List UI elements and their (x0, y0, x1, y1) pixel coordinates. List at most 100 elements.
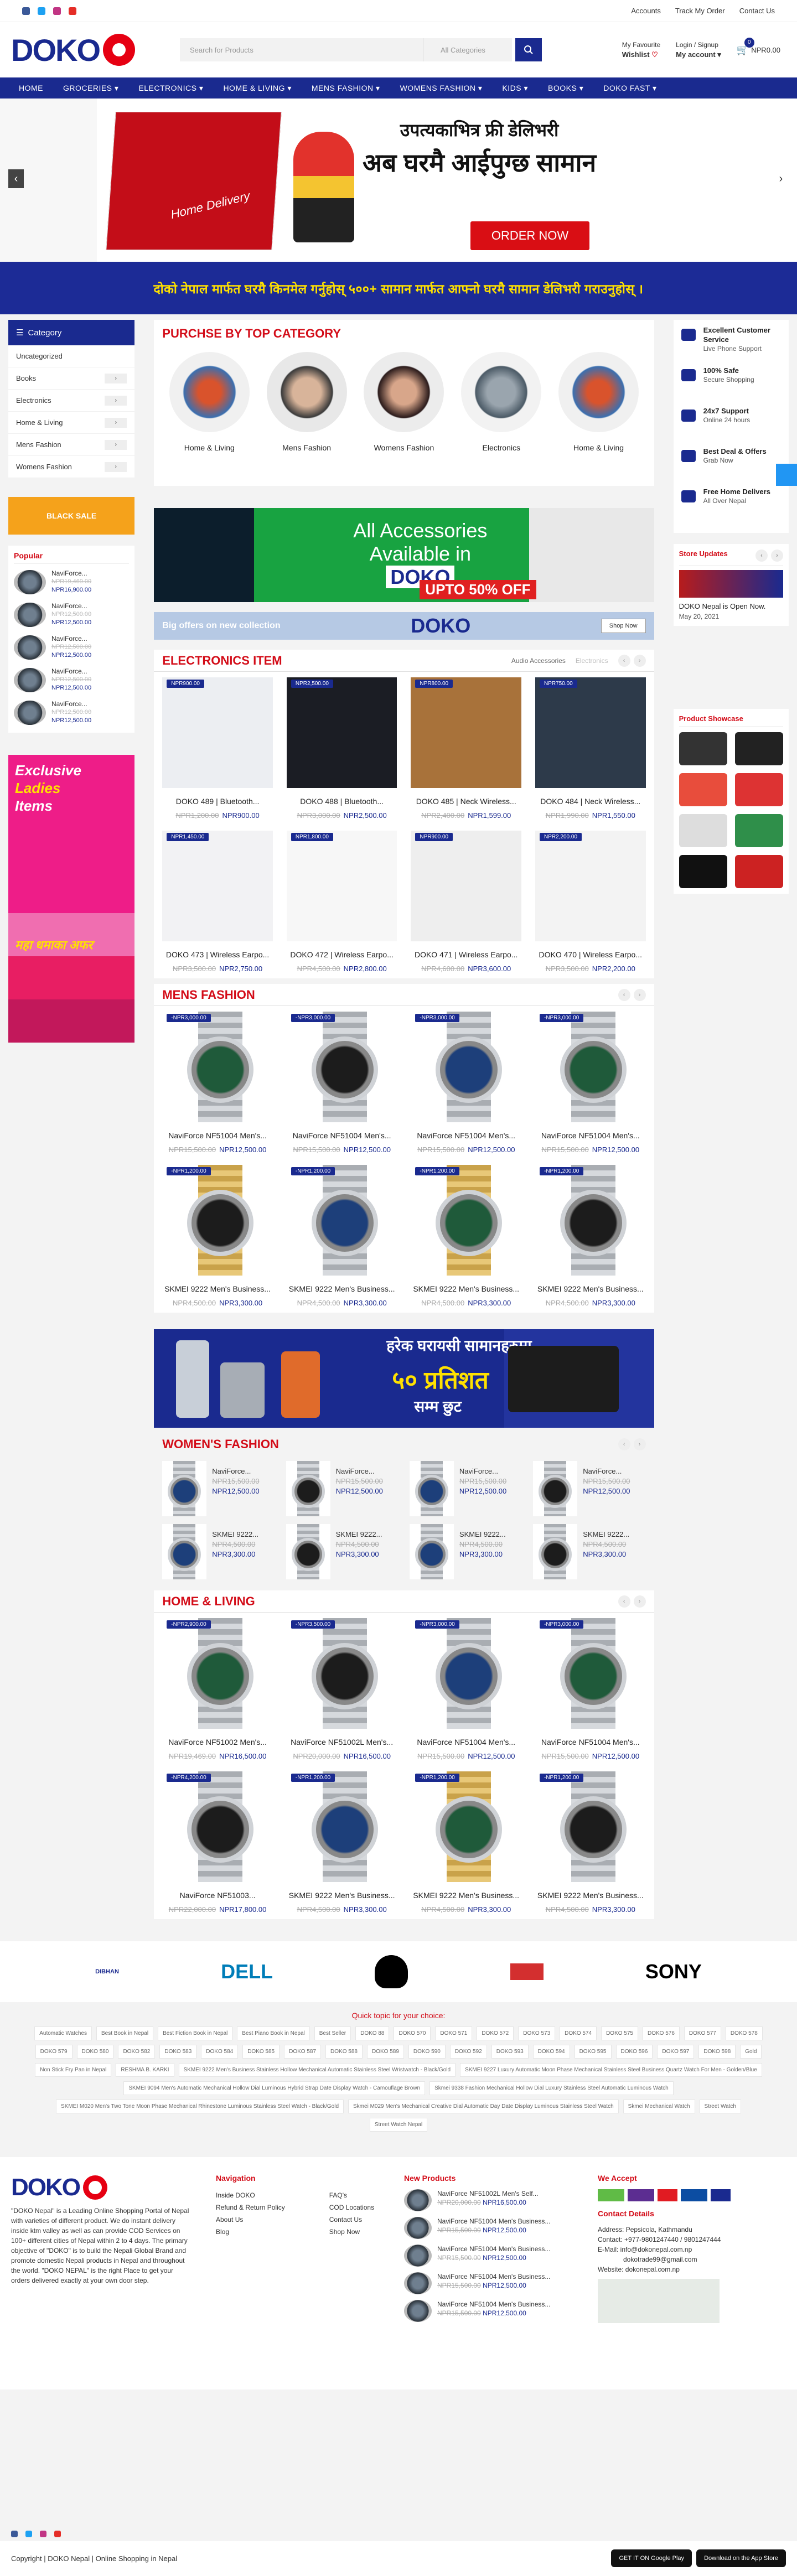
brand-sony-logo[interactable]: SONY (645, 1960, 702, 1983)
search-button[interactable] (515, 38, 542, 61)
topic-tag[interactable]: SKMEI 9227 Luxury Automatic Moon Phase M… (460, 2063, 762, 2077)
tab-electronics[interactable]: Electronics (576, 657, 608, 665)
chevron-right-icon[interactable]: › (633, 1438, 646, 1450)
topic-tag[interactable]: SKMEI M020 Men's Two Tone Moon Phase Mec… (56, 2100, 344, 2113)
brand-apple-logo[interactable] (375, 1955, 408, 1988)
product-name[interactable]: NaviForce NF51004 Men's Business... (437, 2300, 550, 2309)
popular-item[interactable]: NaviForce... NPR12,500.00 NPR12,500.00 (14, 633, 129, 662)
product-name[interactable]: NaviForce... (51, 602, 91, 610)
topic-tag[interactable]: DOKO 575 (601, 2026, 638, 2040)
showcase-product[interactable] (734, 855, 783, 888)
topic-tag[interactable]: Best Fiction Book in Nepal (158, 2026, 233, 2040)
new-product-item[interactable]: NaviForce NF51002L Men's Self... NPR20,00… (404, 2189, 592, 2211)
product-image[interactable] (533, 1524, 578, 1579)
product-name[interactable]: SKMEI 9222... (583, 1530, 629, 1540)
chevron-right-icon[interactable]: › (633, 988, 646, 1001)
product-image[interactable]: -NPR4,200.00 (162, 1771, 273, 1882)
product-name[interactable]: DOKO 484 | Neck Wireless... (535, 797, 646, 806)
topic-tag[interactable]: Skmei Mechanical Watch (623, 2100, 695, 2113)
product-name[interactable]: SKMEI 9222... (212, 1530, 258, 1540)
product-name[interactable]: SKMEI 9222 Men's Business... (287, 1284, 397, 1293)
facebook-icon[interactable] (22, 7, 30, 15)
product-name[interactable]: DOKO 473 | Wireless Earpo... (162, 950, 273, 959)
topic-tag[interactable]: DOKO 88 (355, 2026, 390, 2040)
topic-tag[interactable]: DOKO 583 (159, 2045, 197, 2059)
product-name[interactable]: DOKO 470 | Wireless Earpo... (535, 950, 646, 959)
slider-next-button[interactable]: › (773, 169, 789, 188)
product-name[interactable]: DOKO 488 | Bluetooth... (287, 797, 397, 806)
category-header[interactable]: ☰ Category (8, 320, 135, 345)
product-image[interactable]: -NPR3,000.00 (535, 1012, 646, 1122)
product-image[interactable]: NPR900.00 (411, 831, 521, 941)
popular-item[interactable]: NaviForce... NPR19,469.00 NPR16,900.00 (14, 567, 129, 597)
ladies-items-banner[interactable]: Exclusive Ladies Items महा धमाका अफर (8, 755, 135, 1043)
expand-icon[interactable]: › (105, 417, 127, 428)
chevron-left-icon[interactable]: ‹ (618, 1438, 630, 1450)
showcase-product[interactable] (734, 814, 783, 847)
product-image[interactable]: NPR900.00 (162, 677, 273, 788)
site-logo[interactable]: DOKO (11, 32, 155, 68)
topic-tag[interactable]: DOKO 571 (435, 2026, 473, 2040)
store-update-title[interactable]: DOKO Nepal is Open Now. (679, 602, 783, 610)
footer-link[interactable]: About Us (216, 2214, 285, 2226)
footer-link[interactable]: Blog (216, 2226, 285, 2238)
topic-tag[interactable]: DOKO 592 (449, 2045, 487, 2059)
footer-link[interactable]: Refund & Return Policy (216, 2201, 285, 2214)
product-name[interactable]: NaviForce... (51, 667, 91, 676)
topic-tag[interactable]: DOKO 580 (76, 2045, 114, 2059)
product-name[interactable]: DOKO 489 | Bluetooth... (162, 797, 273, 806)
chevron-left-icon[interactable]: ‹ (618, 1595, 630, 1608)
nav-groceries[interactable]: GROCERIES ▾ (63, 84, 118, 93)
showcase-product[interactable] (734, 773, 783, 806)
product-name[interactable]: NaviForce... (583, 1466, 630, 1476)
topic-tag[interactable]: DOKO 596 (615, 2045, 653, 2059)
footer-link[interactable]: FAQ's (329, 2189, 374, 2201)
store-update-image[interactable] (679, 570, 783, 598)
product-name[interactable]: NaviForce NF51002L Men's... (287, 1738, 397, 1746)
topic-tag[interactable]: DOKO 582 (118, 2045, 156, 2059)
product-image[interactable]: NPR800.00 (411, 677, 521, 788)
nav-mens-fashion[interactable]: MENS FASHION ▾ (312, 84, 380, 93)
product-image[interactable]: -NPR3,000.00 (162, 1012, 273, 1122)
instagram-icon[interactable] (40, 2531, 46, 2537)
topic-tag[interactable]: Gold (740, 2045, 762, 2059)
topic-tag[interactable]: Best Book in Nepal (96, 2026, 154, 2040)
category-item[interactable]: Uncategorized (8, 345, 135, 367)
product-image[interactable]: NPR2,500.00 (286, 677, 397, 788)
product-name[interactable]: SKMEI 9222 Men's Business... (287, 1891, 397, 1900)
black-sale-banner[interactable]: BLACK SALE (8, 497, 135, 535)
offer-banner[interactable]: Big offers on new collection DOKO Shop N… (154, 612, 654, 640)
footer-link[interactable]: Inside DOKO (216, 2189, 285, 2201)
category-select[interactable]: All Categories (423, 38, 512, 61)
topic-tag[interactable]: DOKO 593 (491, 2045, 529, 2059)
new-product-item[interactable]: NaviForce NF51004 Men's Business... NPR15… (404, 2245, 592, 2267)
accessories-banner[interactable]: All Accessories Available in DOKO UPTO 5… (154, 508, 654, 602)
tab-audio-accessories[interactable]: Audio Accessories (511, 657, 566, 665)
topic-tag[interactable]: DOKO 572 (477, 2026, 514, 2040)
brand-red-logo[interactable] (510, 1963, 544, 1980)
brand-dibhan-logo[interactable]: DIBHAN (95, 1968, 119, 1975)
product-name[interactable]: SKMEI 9222 Men's Business... (411, 1891, 521, 1900)
nav-kids[interactable]: KIDS ▾ (502, 84, 528, 93)
product-image[interactable] (409, 1461, 454, 1516)
topic-tag[interactable]: Skmei 9338 Fashion Mechanical Hollow Dia… (429, 2081, 674, 2095)
product-image[interactable]: NPR2,200.00 (535, 831, 646, 941)
product-image[interactable] (286, 1524, 330, 1579)
topic-tag[interactable]: SKMEI 9222 Men's Business Stainless Holl… (178, 2063, 456, 2077)
topic-tag[interactable]: DOKO 577 (684, 2026, 721, 2040)
product-image[interactable]: -NPR1,200.00 (535, 1165, 646, 1276)
topic-tag[interactable]: DOKO 598 (698, 2045, 736, 2059)
product-image[interactable]: -NPR1,200.00 (286, 1771, 397, 1882)
nav-home[interactable]: HOME (19, 84, 43, 92)
order-now-button[interactable]: ORDER NOW (470, 221, 589, 250)
search-input[interactable]: Search for Products (180, 38, 423, 61)
contact-link[interactable]: Contact Us (739, 7, 775, 15)
popular-item[interactable]: NaviForce... NPR12,500.00 NPR12,500.00 (14, 698, 129, 727)
product-image[interactable] (533, 1461, 578, 1516)
product-name[interactable]: NaviForce NF51004 Men's Business... (437, 2272, 550, 2281)
topic-tag[interactable]: DOKO 570 (394, 2026, 431, 2040)
topic-tag[interactable]: Automatic Watches (34, 2026, 92, 2040)
topic-tag[interactable]: DOKO 587 (284, 2045, 322, 2059)
track-order-link[interactable]: Track My Order (675, 7, 725, 15)
chevron-right-icon[interactable]: › (633, 1595, 646, 1608)
